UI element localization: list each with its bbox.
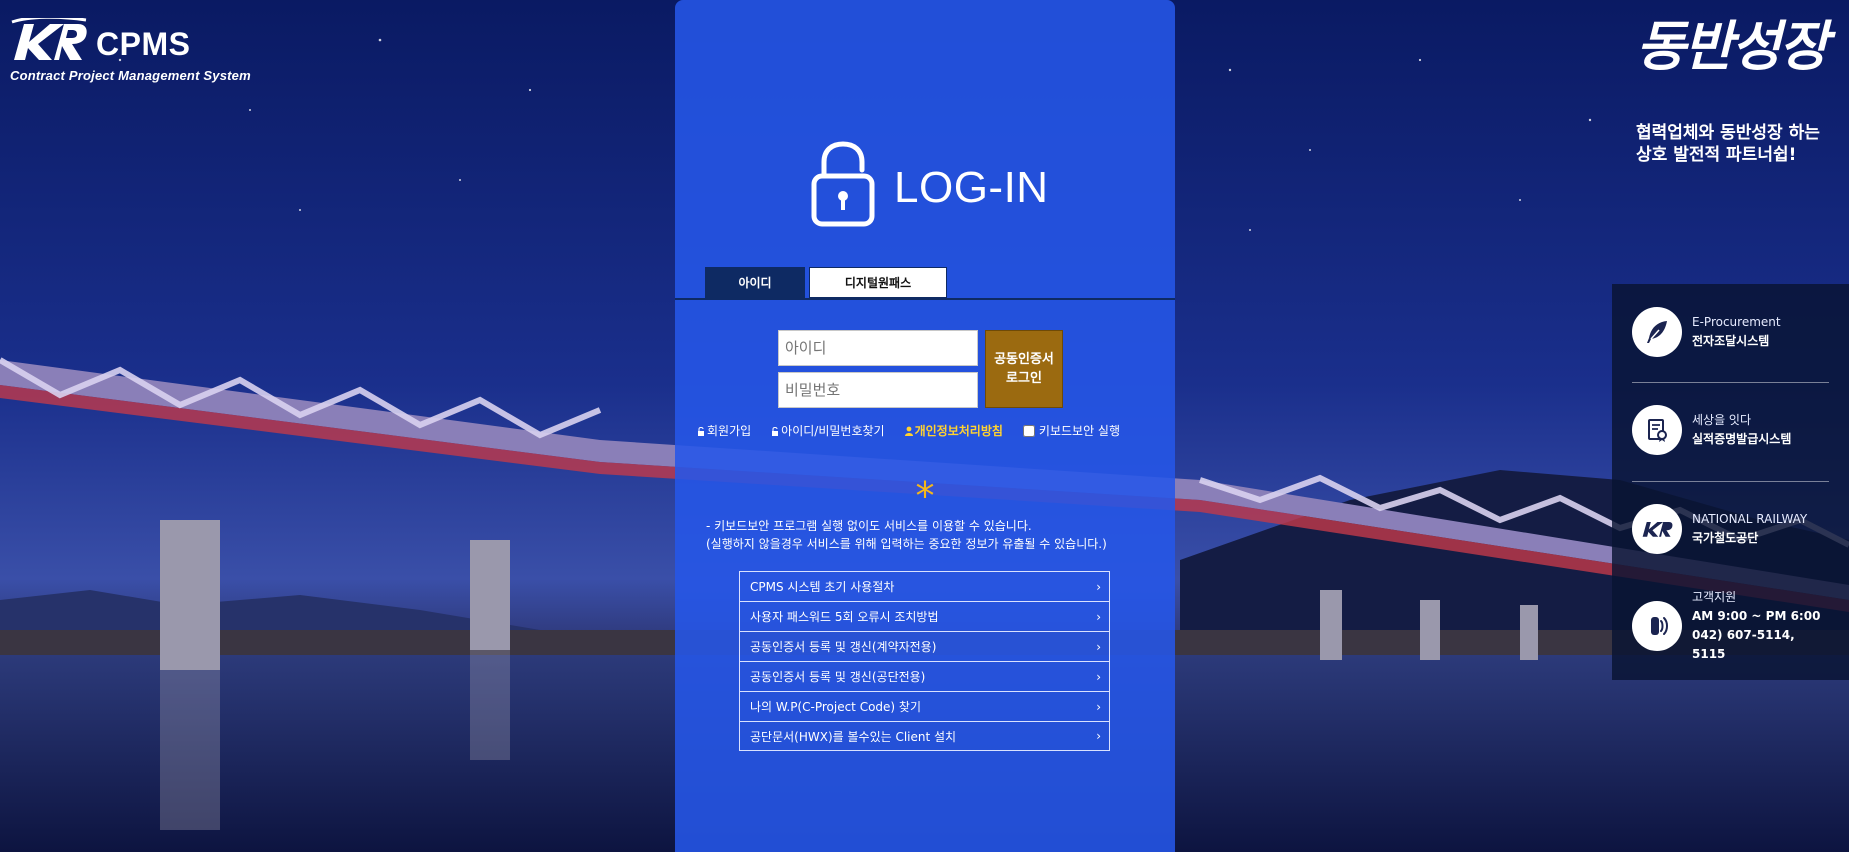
login-header: LOG-IN (810, 140, 1049, 228)
support-hours: AM 9:00 ~ PM 6:00 (1692, 609, 1821, 623)
side-quick-links: E-Procurement 전자조달시스템 세상을 잇다 실적증명발급시스템 N… (1612, 284, 1849, 680)
chevron-right-icon: › (1096, 729, 1101, 743)
keyboard-notice: - 키보드보안 프로그램 실행 없이도 서비스를 이용할 수 있습니다. (실행… (706, 517, 1107, 553)
brand-subtitle-line1: 협력업체와 동반성장 하는 (1636, 123, 1820, 143)
keyboard-security-label: 키보드보안 실행 (1038, 424, 1121, 438)
quill-icon (1632, 307, 1682, 357)
menu-item-label: 공동인증서 등록 및 갱신(계약자전용) (750, 640, 937, 654)
menu-item-find-wp[interactable]: 나의 W.P(C-Project Code) 찾기 › (739, 691, 1110, 721)
privacy-policy-label: 개인정보처리방침 (914, 424, 1003, 438)
chevron-right-icon: › (1096, 699, 1101, 714)
brand-slogan: 동반성장 협력업체와 동반성장 하는 상호 발전적 파트너쉽! (1636, 14, 1829, 166)
cert-login-line2: 로그인 (1006, 371, 1042, 386)
side-item-bottom: 국가철도공단 (1692, 531, 1759, 545)
guide-menu: CPMS 시스템 초기 사용절차 › 사용자 패스워드 5회 오류시 조치방법 › … (739, 571, 1110, 751)
lock-small-icon (698, 426, 704, 436)
side-divider (1632, 382, 1829, 383)
menu-item-label: CPMS 시스템 초기 사용절차 (750, 580, 895, 594)
side-item-top: 세상을 잇다 (1692, 413, 1752, 427)
side-item-top: E-Procurement (1692, 315, 1781, 329)
kr-logo-icon (1632, 504, 1682, 554)
keyboard-security-checkbox[interactable] (1022, 424, 1035, 437)
menu-item-password-error[interactable]: 사용자 패스워드 5회 오류시 조치방법 › (739, 601, 1110, 631)
side-item-bottom: 실적증명발급시스템 (1692, 432, 1792, 446)
customer-support: 고객지원 AM 9:00 ~ PM 6:00 042) 607-5114, 51… (1632, 590, 1829, 662)
login-title: LOG-IN (894, 163, 1049, 212)
cert-login-button[interactable]: 공동인증서 로그인 (985, 330, 1063, 408)
side-item-national-railway[interactable]: NATIONAL RAILWAY 국가철도공단 (1632, 499, 1829, 559)
kr-logo-icon (11, 18, 87, 60)
menu-item-cert-agency[interactable]: 공동인증서 등록 및 갱신(공단전용) › (739, 661, 1110, 691)
side-item-bottom: 전자조달시스템 (1692, 334, 1770, 348)
menu-item-label: 공단문서(HWX)를 볼수있는 Client 설치 (750, 729, 957, 744)
menu-item-hwx-client[interactable]: 공단문서(HWX)를 볼수있는 Client 설치 › (739, 721, 1110, 751)
logo-name: CPMS (96, 26, 191, 62)
signup-link[interactable]: 회원가입 (697, 422, 751, 439)
cert-login-line1: 공동인증서 (994, 352, 1054, 367)
brand-subtitle-line2: 상호 발전적 파트너쉽! (1636, 145, 1797, 165)
tab-divider (675, 298, 1175, 300)
cpms-logo[interactable]: CPMS Contract Project Management System (10, 18, 251, 83)
notice-line1: - 키보드보안 프로그램 실행 없이도 서비스를 이용할 수 있습니다. (706, 519, 1032, 533)
chevron-right-icon: › (1096, 609, 1101, 624)
logo-subtitle: Contract Project Management System (10, 68, 251, 83)
side-divider (1632, 481, 1829, 482)
support-label: 고객지원 (1692, 590, 1737, 604)
side-item-certificate-system[interactable]: 세상을 잇다 실적증명발급시스템 (1632, 400, 1829, 460)
star-mark: * (915, 474, 935, 518)
find-account-label: 아이디/비밀번호찾기 (781, 424, 885, 438)
menu-item-label: 공동인증서 등록 및 갱신(공단전용) (750, 670, 926, 684)
chevron-right-icon: › (1096, 639, 1101, 654)
support-phone: 042) 607-5114, 5115 (1692, 628, 1795, 661)
phone-icon (1632, 601, 1682, 651)
side-item-top: NATIONAL RAILWAY (1692, 512, 1808, 526)
person-icon (904, 426, 913, 436)
menu-item-label: 사용자 패스워드 5회 오류시 조치방법 (750, 610, 939, 624)
side-item-e-procurement[interactable]: E-Procurement 전자조달시스템 (1632, 302, 1829, 362)
tab-id[interactable]: 아이디 (705, 267, 805, 298)
chevron-right-icon: › (1096, 669, 1101, 684)
find-account-link[interactable]: 아이디/비밀번호찾기 (771, 422, 885, 439)
menu-item-cert-contractor[interactable]: 공동인증서 등록 및 갱신(계약자전용) › (739, 631, 1110, 661)
login-links: 회원가입 아이디/비밀번호찾기 개인정보처리방침 키보드보안 실행 (697, 422, 1120, 439)
privacy-policy-link[interactable]: 개인정보처리방침 (904, 422, 1003, 439)
id-input[interactable] (778, 330, 978, 366)
notice-line2: (실행하지 않을경우 서비스를 위해 입력하는 중요한 정보가 유출될 수 있습… (706, 537, 1107, 551)
brand-title: 동반성장 (1636, 14, 1829, 78)
lock-small-icon (772, 426, 779, 436)
brand-subtitle: 협력업체와 동반성장 하는 상호 발전적 파트너쉽! (1636, 122, 1827, 166)
password-input[interactable] (778, 372, 978, 408)
certificate-icon (1632, 405, 1682, 455)
lock-icon (811, 141, 875, 227)
keyboard-security-toggle[interactable]: 키보드보안 실행 (1022, 422, 1121, 439)
menu-item-initial-procedure[interactable]: CPMS 시스템 초기 사용절차 › (739, 571, 1110, 601)
chevron-right-icon: › (1096, 579, 1101, 594)
login-panel: LOG-IN 아이디 디지털원패스 공동인증서 로그인 회원가입 아이디/비밀번… (675, 0, 1175, 852)
signup-label: 회원가입 (707, 424, 752, 438)
login-tabs: 아이디 디지털원패스 (705, 267, 947, 298)
tab-digital-onepass[interactable]: 디지털원패스 (809, 267, 947, 298)
menu-item-label: 나의 W.P(C-Project Code) 찾기 (750, 700, 921, 714)
